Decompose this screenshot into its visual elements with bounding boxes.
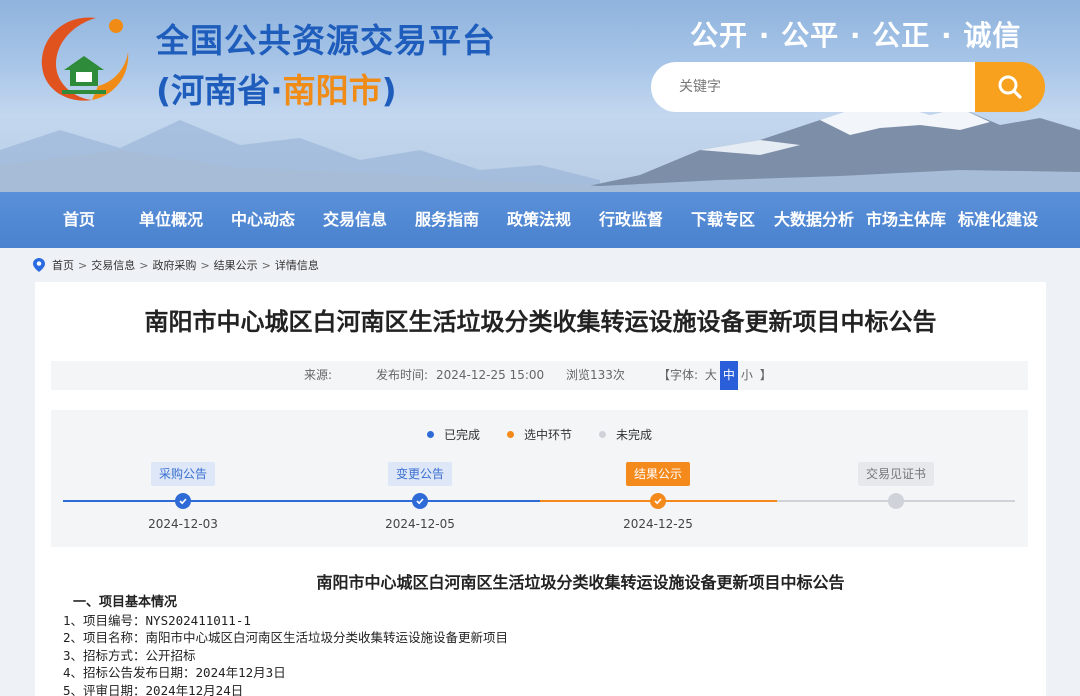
check-icon xyxy=(179,498,187,505)
breadcrumb-trade-info[interactable]: 交易信息 xyxy=(91,257,135,273)
font-size-small[interactable]: 小 xyxy=(738,361,756,390)
doc-line-tender-method: 3、招标方式：公开招标 xyxy=(63,647,196,663)
font-size-label: 【字体: xyxy=(658,368,699,382)
step-date-change-notice: 2024-12-05 xyxy=(385,517,455,531)
content-panel: 南阳市中心城区白河南区生活垃圾分类收集转运设施设备更新项目中标公告 来源: 发布… xyxy=(35,282,1046,696)
doc-line-notice-date: 4、招标公告发布日期：2024年12月3日 xyxy=(63,665,286,680)
document-body: 一、项目基本情况 1、项目编号：NYS202411011-1 2、项目名称：南阳… xyxy=(63,594,508,696)
legend-dot-incomplete xyxy=(599,431,606,438)
main-nav: 首页 单位概况 中心动态 交易信息 服务指南 政策法规 行政监督 下载专区 大数… xyxy=(0,192,1080,248)
section-heading-basic-info: 一、项目基本情况 xyxy=(73,595,178,610)
check-icon xyxy=(654,498,662,505)
legend-dot-selected xyxy=(507,431,514,438)
legend-dot-completed xyxy=(427,431,434,438)
breadcrumb-separator: > xyxy=(139,258,149,272)
legend-incomplete-label: 未完成 xyxy=(616,428,653,442)
legend-selected-label: 选中环节 xyxy=(524,428,573,442)
step-node-witness-certificate xyxy=(888,493,904,509)
step-change-notice[interactable]: 变更公告 xyxy=(387,462,453,486)
legend-selected: 选中环节 xyxy=(507,426,572,443)
search-input[interactable] xyxy=(651,62,991,112)
nav-item-downloads[interactable]: 下载专区 xyxy=(691,192,755,248)
breadcrumb-separator: > xyxy=(261,258,271,272)
doc-line-project-name: 2、项目名称：南阳市中心城区白河南区生活垃圾分类收集转运设施设备更新项目 xyxy=(63,630,509,645)
search-button[interactable] xyxy=(975,62,1045,112)
breadcrumb-home[interactable]: 首页 xyxy=(52,257,74,273)
meta-views: 浏览133次 xyxy=(566,368,625,382)
nav-item-market-entities[interactable]: 市场主体库 xyxy=(866,192,946,248)
step-result-notice[interactable]: 结果公示 xyxy=(625,462,691,486)
nav-item-policy[interactable]: 政策法规 xyxy=(507,192,571,248)
slogan: 公开 · 公平 · 公正 · 诚信 xyxy=(690,19,1022,52)
subtitle-prefix: (河南省· xyxy=(156,71,283,110)
font-size-control: 【字体: 大中小 】 xyxy=(658,361,772,390)
breadcrumb-separator: > xyxy=(78,258,88,272)
step-node-purchase-notice xyxy=(175,493,191,509)
subtitle-city: 南阳市 xyxy=(282,71,382,110)
font-size-medium[interactable]: 中 xyxy=(719,361,738,390)
breadcrumb-gov-procurement[interactable]: 政府采购 xyxy=(152,257,196,273)
location-pin-icon xyxy=(33,258,45,272)
article-meta: 来源: 发布时间: 2024-12-25 15:00 浏览133次 【字体: 大… xyxy=(51,361,1028,390)
check-icon xyxy=(416,498,424,505)
nav-item-about[interactable]: 单位概况 xyxy=(139,192,203,248)
breadcrumb-separator: > xyxy=(200,258,210,272)
breadcrumb-detail: 详情信息 xyxy=(274,259,319,272)
nav-item-service-guide[interactable]: 服务指南 xyxy=(415,192,479,248)
legend-incomplete: 未完成 xyxy=(599,426,652,443)
subtitle-suffix: ) xyxy=(381,71,397,110)
page-title: 南阳市中心城区白河南区生活垃圾分类收集转运设施设备更新项目中标公告 xyxy=(144,308,937,336)
meta-publish-label: 发布时间: xyxy=(376,368,429,382)
legend-completed-label: 已完成 xyxy=(444,428,481,442)
nav-item-news[interactable]: 中心动态 xyxy=(231,192,295,248)
platform-logo-icon[interactable] xyxy=(34,10,134,106)
process-progress: 已完成 选中环节 未完成 采购公告 2024-12-03 变更公告 2024-1… xyxy=(51,410,1028,547)
platform-title: 全国公共资源交易平台 xyxy=(156,21,496,60)
track-completed xyxy=(63,500,540,502)
site-header: 全国公共资源交易平台 (河南省·南阳市) 公开 · 公平 · 公正 · 诚信 xyxy=(0,0,1080,192)
nav-item-home[interactable]: 首页 xyxy=(63,192,95,248)
step-date-purchase-notice: 2024-12-03 xyxy=(148,517,218,531)
legend-completed: 已完成 xyxy=(427,426,480,443)
doc-line-project-number: 1、项目编号：NYS202411011-1 xyxy=(63,612,251,628)
nav-item-trade-info[interactable]: 交易信息 xyxy=(323,192,387,248)
breadcrumb: 首页 > 交易信息 > 政府采购 > 结果公示 > 详情信息 xyxy=(33,257,319,273)
search-icon xyxy=(998,75,1022,99)
step-node-result-notice xyxy=(650,493,666,509)
nav-item-supervision[interactable]: 行政监督 xyxy=(599,192,663,248)
step-witness-certificate[interactable]: 交易见证书 xyxy=(857,462,935,486)
document-title: 南阳市中心城区白河南区生活垃圾分类收集转运设施设备更新项目中标公告 xyxy=(316,573,845,592)
step-purchase-notice[interactable]: 采购公告 xyxy=(150,462,216,486)
font-size-close: 】 xyxy=(759,368,772,382)
meta-source-label: 来源: xyxy=(304,368,333,382)
step-node-change-notice xyxy=(412,493,428,509)
platform-subtitle: (河南省·南阳市) xyxy=(156,64,397,112)
nav-item-big-data[interactable]: 大数据分析 xyxy=(774,192,854,248)
font-size-large[interactable]: 大 xyxy=(702,361,720,390)
step-date-result-notice: 2024-12-25 xyxy=(623,517,693,531)
doc-line-review-date: 5、评审日期：2024年12月24日 xyxy=(63,682,244,696)
search-box xyxy=(651,62,1045,112)
meta-publish-time: 2024-12-25 15:00 xyxy=(436,368,545,382)
breadcrumb-result-notice[interactable]: 结果公示 xyxy=(214,257,258,273)
nav-item-standardization[interactable]: 标准化建设 xyxy=(958,192,1038,248)
